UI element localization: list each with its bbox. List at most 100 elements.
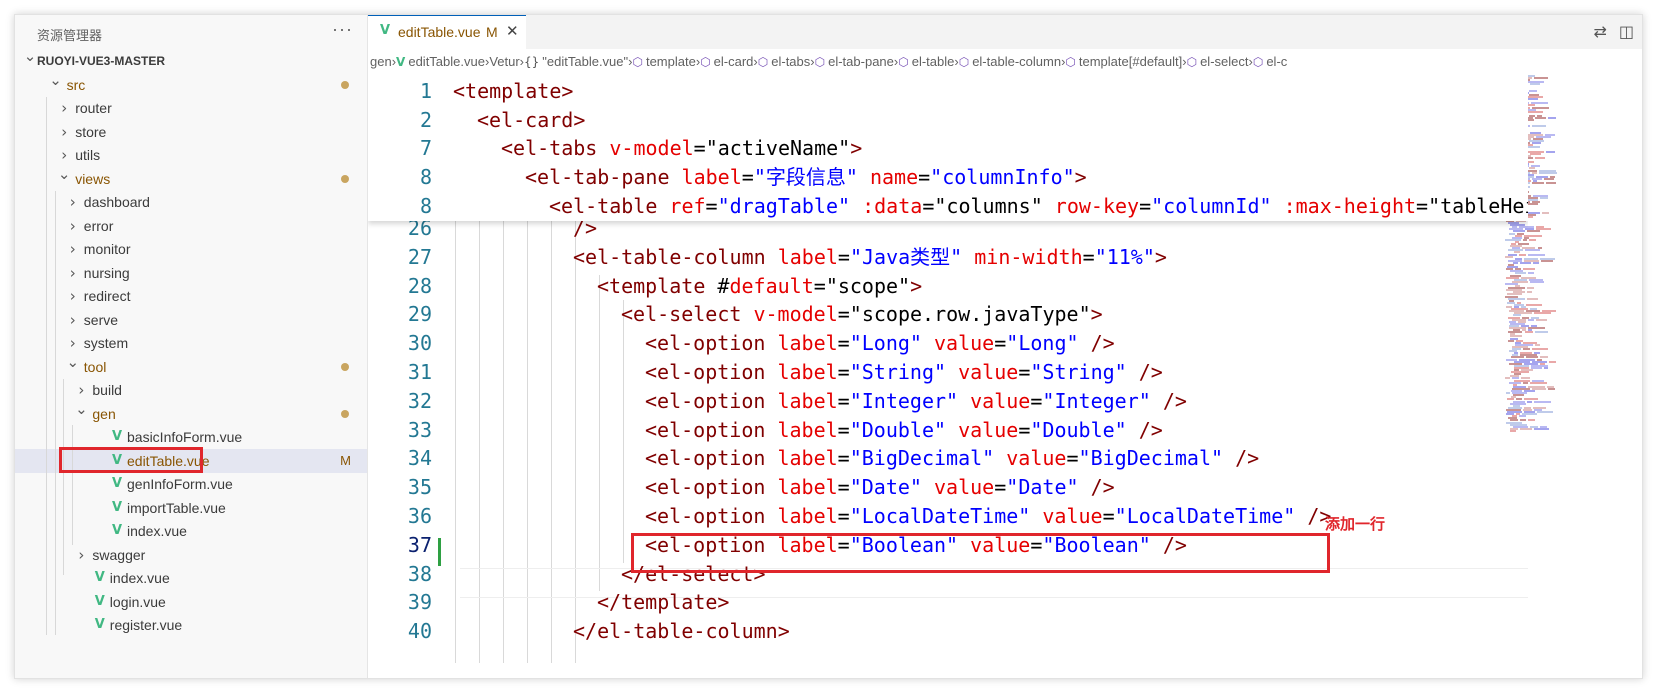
breadcrumb-label: template bbox=[645, 54, 696, 69]
explorer-more-button[interactable]: ··· bbox=[332, 19, 353, 40]
folder-item[interactable]: ⌄ RUOYI-VUE3-MASTER bbox=[15, 47, 367, 73]
code-token: value bbox=[970, 388, 1031, 413]
minimap-line bbox=[1545, 182, 1556, 185]
code-token: <el-table-column bbox=[573, 244, 778, 269]
code-token: > bbox=[1090, 302, 1103, 327]
code-token: label bbox=[777, 331, 838, 356]
code-token: "scope" bbox=[825, 273, 911, 298]
breadcrumb-item[interactable]: gen bbox=[370, 49, 392, 75]
chevron-down-icon[interactable]: ⌄ bbox=[74, 397, 88, 421]
breadcrumb-label: el-tabs bbox=[771, 54, 811, 69]
breadcrumb-item[interactable]: ⬡ el-select bbox=[1187, 49, 1249, 75]
folder-item[interactable]: › monitor bbox=[15, 237, 367, 261]
breadcrumb-item[interactable]: ⬡ el-c bbox=[1253, 49, 1287, 75]
breadcrumb-item[interactable]: Vetur bbox=[489, 49, 519, 75]
code-line[interactable]: 32 <el-option label="Integer" value="Inte… bbox=[368, 387, 1528, 416]
chevron-right-icon[interactable]: › bbox=[57, 120, 71, 144]
chevron-right-icon[interactable]: › bbox=[57, 96, 71, 120]
breadcrumb-item[interactable]: {} "editTable.vue" bbox=[524, 49, 628, 75]
code-token: <el-tab-pane bbox=[525, 165, 682, 190]
code-line[interactable]: 39 </template> bbox=[368, 588, 1528, 617]
code-line[interactable]: 33 <el-option label="Double" value="Doubl… bbox=[368, 416, 1528, 445]
code-line[interactable]: 40 </el-table-column> bbox=[368, 617, 1528, 646]
line-number: 33 bbox=[407, 417, 432, 442]
code-line[interactable]: 8 <el-table ref="dragTable" :data="column… bbox=[368, 192, 1528, 221]
explorer-panel: 资源管理器 ··· ⌄ RUOYI-VUE3-MASTER ⌄ src › router ›… bbox=[15, 15, 368, 678]
chevron-right-icon[interactable]: › bbox=[66, 190, 80, 214]
folder-item[interactable]: › swagger bbox=[15, 543, 367, 567]
chevron-right-icon[interactable]: › bbox=[66, 237, 80, 261]
code-line[interactable]: 28 <template #default="scope"> bbox=[368, 272, 1528, 301]
chevron-right-icon[interactable]: › bbox=[66, 214, 80, 238]
folder-item[interactable]: › dashboard bbox=[15, 190, 367, 214]
folder-item[interactable]: › nursing bbox=[15, 261, 367, 285]
code-line[interactable]: 8 <el-tab-pane label="字段信息" name="columnI… bbox=[368, 163, 1528, 192]
tree-item-label: store bbox=[75, 123, 107, 140]
folder-item[interactable]: ⌄ gen bbox=[15, 400, 367, 426]
chevron-down-icon[interactable]: ⌄ bbox=[66, 350, 80, 374]
breadcrumb-item[interactable]: VeditTable.vue bbox=[396, 49, 485, 75]
code-line[interactable]: 29 <el-select v-model="scope.row.javaType… bbox=[368, 300, 1528, 329]
folder-item[interactable]: › router bbox=[15, 96, 367, 120]
code-line[interactable]: 34 <el-option label="BigDecimal" value="B… bbox=[368, 444, 1528, 473]
code-line[interactable]: 31 <el-option label="String" value="Strin… bbox=[368, 358, 1528, 387]
chevron-down-icon[interactable]: ⌄ bbox=[57, 162, 71, 186]
chevron-down-icon[interactable]: ⌄ bbox=[49, 68, 63, 92]
folder-item[interactable]: › build bbox=[15, 378, 367, 402]
split-editor-icon[interactable]: ◫ bbox=[1619, 22, 1634, 41]
code-editor[interactable]: 26/> 27 <el-table-column label="Java类型" mi… bbox=[368, 75, 1528, 678]
chevron-right-icon[interactable]: › bbox=[74, 543, 88, 567]
minimap-line bbox=[1539, 196, 1549, 199]
breadcrumb-label: el-table-column bbox=[972, 54, 1062, 69]
chevron-right-icon[interactable]: › bbox=[66, 308, 80, 332]
chevron-right-icon[interactable]: › bbox=[66, 284, 80, 308]
file-item[interactable]: VgenInfoForm.vue bbox=[15, 472, 367, 496]
folder-item[interactable]: ⌄ tool bbox=[15, 353, 367, 379]
breadcrumb-item[interactable]: ⬡ el-card bbox=[700, 49, 753, 75]
minimap-line bbox=[1548, 117, 1557, 119]
breadcrumb-item[interactable]: ⬡ el-tabs bbox=[758, 49, 811, 75]
tab-close-icon[interactable]: ✕ bbox=[506, 22, 519, 40]
minimap-line bbox=[1524, 249, 1540, 252]
annotation-label: 添加一行 bbox=[1325, 516, 1386, 533]
file-item[interactable]: Vindex.vue bbox=[15, 519, 367, 543]
breadcrumb-item[interactable]: ⬡ el-table bbox=[898, 49, 954, 75]
folder-item[interactable]: ⌄ views bbox=[15, 165, 367, 191]
code-line[interactable]: 27 <el-table-column label="Java类型" min-wi… bbox=[368, 243, 1528, 272]
folder-item[interactable]: › redirect bbox=[15, 284, 367, 308]
vue-file-icon: V bbox=[94, 617, 105, 632]
code-token: v-model bbox=[609, 136, 694, 161]
folder-item[interactable]: › error bbox=[15, 214, 367, 238]
code-line[interactable]: 7 <el-tabs v-model="activeName"> bbox=[368, 134, 1528, 163]
breadcrumb-item[interactable]: ⬡ template[#default] bbox=[1065, 49, 1182, 75]
code-token: "columnInfo" bbox=[930, 165, 1075, 190]
file-item[interactable]: Vregister.vue bbox=[15, 613, 367, 637]
file-item[interactable]: VimportTable.vue bbox=[15, 496, 367, 520]
folder-item[interactable]: › store bbox=[15, 120, 367, 144]
code-token: "Date" bbox=[1006, 475, 1079, 500]
file-item[interactable]: Vindex.vue bbox=[15, 566, 367, 590]
code-line[interactable]: 1 <template> bbox=[368, 77, 1528, 106]
folder-item[interactable]: ⌄ src bbox=[15, 71, 367, 97]
breadcrumb-item[interactable]: ⬡ template bbox=[632, 49, 695, 75]
code-token: <el-option bbox=[645, 388, 778, 413]
breadcrumb-item[interactable]: ⬡ el-table-column bbox=[959, 49, 1061, 75]
code-token: "Integer" bbox=[1042, 388, 1151, 413]
tab-edittable-vue[interactable]: V editTable.vue M ✕ bbox=[368, 15, 526, 49]
minimap-line bbox=[1543, 177, 1555, 180]
chevron-down-icon[interactable]: ⌄ bbox=[23, 44, 37, 68]
code-token: "dragTable" bbox=[717, 193, 851, 218]
folder-item[interactable]: › serve bbox=[15, 308, 367, 332]
modified-dot bbox=[341, 80, 349, 89]
horizontal-scrollbar[interactable] bbox=[368, 663, 1642, 678]
code-line[interactable]: 30 <el-option label="Long" value="Long" /… bbox=[368, 329, 1528, 358]
chevron-right-icon[interactable]: › bbox=[66, 261, 80, 285]
code-line[interactable]: 2 <el-card> bbox=[368, 106, 1528, 135]
compare-changes-icon[interactable]: ⇄ bbox=[1593, 22, 1606, 41]
breadcrumb-item[interactable]: ⬡ el-tab-pane bbox=[815, 49, 894, 75]
file-item[interactable]: VbasicInfoForm.vue bbox=[15, 425, 367, 449]
file-item[interactable]: Vlogin.vue bbox=[15, 590, 367, 614]
code-line[interactable]: 35 <el-option label="Date" value="Date" /… bbox=[368, 473, 1528, 502]
